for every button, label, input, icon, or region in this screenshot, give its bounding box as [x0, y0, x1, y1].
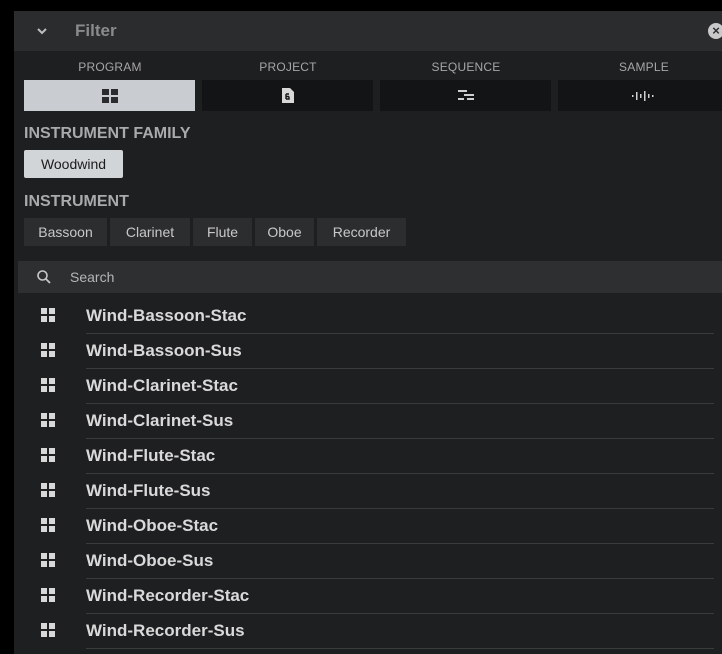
list-item-label: Wind-Oboe-Sus [86, 551, 214, 570]
tab-label-project: PROJECT [259, 60, 317, 74]
list-item[interactable]: Wind-Clarinet-Stac [14, 369, 722, 404]
sequence-icon [457, 90, 474, 100]
program-icon [41, 448, 55, 462]
list-item-label: Wind-Flute-Stac [86, 446, 216, 465]
tab-sample[interactable] [558, 80, 722, 111]
waveform-icon [631, 90, 653, 101]
program-icon [41, 518, 55, 532]
filter-panel: Filter × PROGRAM PROJECT SEQUENCE SAMPLE [14, 11, 722, 654]
grid-icon [101, 88, 118, 103]
results-list: Wind-Bassoon-Stac Wind-Bassoon-Sus Wind-Cl… [14, 299, 722, 649]
list-item[interactable]: Wind-Recorder-Sus [14, 614, 722, 649]
tab-sequence[interactable] [380, 80, 551, 111]
list-item[interactable]: Wind-Recorder-Stac [14, 579, 722, 614]
list-item[interactable]: Wind-Bassoon-Sus [14, 334, 722, 369]
chip-recorder[interactable]: Recorder [317, 218, 406, 246]
chip-woodwind[interactable]: Woodwind [24, 150, 123, 178]
chip-flute[interactable]: Flute [193, 218, 252, 246]
filter-title: Filter [75, 21, 117, 40]
list-item-label: Wind-Oboe-Stac [86, 516, 219, 535]
list-item[interactable]: Wind-Clarinet-Sus [14, 404, 722, 439]
list-item-label: Wind-Bassoon-Sus [86, 341, 242, 360]
program-icon [41, 308, 55, 322]
tab-labels: PROGRAM PROJECT SEQUENCE SAMPLE [14, 60, 722, 76]
search-icon [37, 270, 51, 284]
list-item[interactable]: Wind-Bassoon-Stac [14, 299, 722, 334]
instrument-family-title: INSTRUMENT FAMILY [24, 125, 191, 142]
search-input[interactable] [70, 266, 670, 288]
tab-program[interactable] [24, 80, 195, 111]
filter-header[interactable]: Filter × [14, 11, 722, 51]
tab-project[interactable] [202, 80, 373, 111]
row-divider [86, 648, 714, 649]
chip-bassoon[interactable]: Bassoon [24, 218, 107, 246]
program-icon [41, 588, 55, 602]
instrument-title: INSTRUMENT [24, 193, 129, 210]
search-bar[interactable] [18, 261, 722, 293]
list-item-label: Wind-Flute-Sus [86, 481, 211, 500]
list-item[interactable]: Wind-Oboe-Stac [14, 509, 722, 544]
tab-label-sequence: SEQUENCE [431, 60, 501, 74]
program-icon [41, 378, 55, 392]
chip-oboe[interactable]: Oboe [255, 218, 314, 246]
program-icon [41, 343, 55, 357]
list-item-label: Wind-Bassoon-Stac [86, 306, 247, 325]
chevron-down-icon[interactable] [34, 23, 50, 39]
close-icon[interactable]: × [708, 23, 722, 39]
list-item[interactable]: Wind-Flute-Stac [14, 439, 722, 474]
tab-label-sample: SAMPLE [619, 60, 669, 74]
document-icon [281, 88, 294, 103]
program-icon [41, 553, 55, 567]
list-item[interactable]: Wind-Flute-Sus [14, 474, 722, 509]
list-item-label: Wind-Recorder-Sus [86, 621, 245, 640]
program-icon [41, 413, 55, 427]
tab-label-program: PROGRAM [78, 60, 142, 74]
program-icon [41, 623, 55, 637]
list-item-label: Wind-Clarinet-Sus [86, 411, 234, 430]
chip-clarinet[interactable]: Clarinet [110, 218, 190, 246]
program-icon [41, 483, 55, 497]
list-item-label: Wind-Clarinet-Stac [86, 376, 238, 395]
list-item[interactable]: Wind-Oboe-Sus [14, 544, 722, 579]
list-item-label: Wind-Recorder-Stac [86, 586, 250, 605]
